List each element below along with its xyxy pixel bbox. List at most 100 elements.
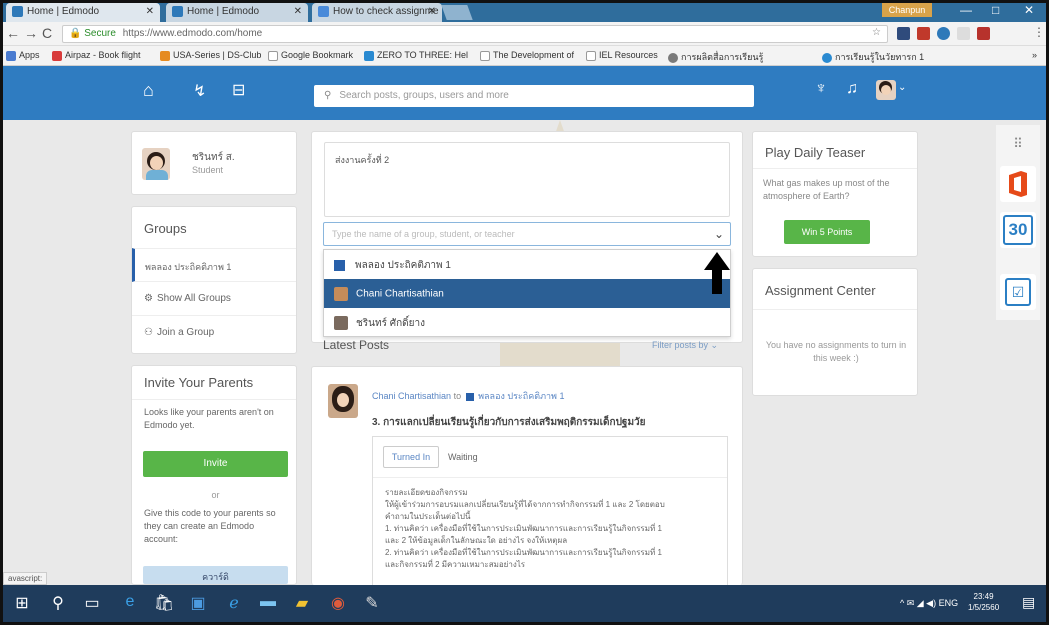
groups-card: Groups พลลอง ประถิคติภาพ 1 ⚙ Show All Gro… — [131, 206, 297, 354]
file-explorer-icon[interactable]: ▰ — [290, 593, 314, 613]
bookmark-item[interactable]: IEL Resources — [586, 50, 658, 61]
close-tab-icon[interactable]: ✕ — [428, 6, 436, 17]
bookmark-item[interactable]: การเรียนรู้ในวัยทารก 1 — [822, 50, 924, 64]
group-item[interactable]: พลลอง ประถิคติภาพ 1 — [132, 248, 296, 282]
turned-in-tab[interactable]: Turned In — [383, 446, 439, 468]
star-icon[interactable]: ☆ — [872, 27, 881, 38]
recipient-input[interactable]: Type the name of a group, student, or te… — [323, 222, 731, 246]
post-card: Chani Chartisathian to พลลอง ประถิคติภาพ… — [311, 366, 743, 586]
recipient-option-selected[interactable]: Chani Chartisathian — [324, 279, 730, 308]
filter-posts-dropdown[interactable]: Filter posts by ⌄ — [652, 340, 718, 351]
profile-card[interactable]: ชรินทร์ ส. Student — [131, 131, 297, 195]
system-tray[interactable]: ^ ✉ ◢ ◀) ENG — [900, 598, 958, 609]
bookmark-item[interactable]: การผลิตสื่อการเรียนรู้ — [668, 50, 763, 64]
reload-icon[interactable]: C — [42, 25, 52, 41]
chrome-icon[interactable]: ◉ — [326, 593, 350, 613]
apps-grid-icon[interactable]: ⠿ — [1000, 127, 1036, 161]
status-url-hint: avascript: — [3, 572, 48, 585]
notifications-icon[interactable]: ▤ — [1022, 594, 1035, 611]
teaser-question: What gas makes up most of the atmosphere… — [763, 178, 890, 201]
chevron-down-icon[interactable]: ⌄ — [898, 82, 906, 93]
app-icon[interactable]: ▬ — [256, 593, 280, 611]
browser-tab-2[interactable]: Home | Edmodo ✕ — [166, 3, 308, 22]
profile-name[interactable]: ชรินทร์ ส. — [192, 150, 235, 165]
daily-teaser-card: Play Daily Teaser What gas makes up most… — [752, 131, 918, 257]
edge-icon[interactable]: e — [118, 593, 142, 611]
assignment-center-title[interactable]: Assignment Center — [765, 283, 876, 298]
or-divider: or — [211, 490, 220, 500]
bookmark-item[interactable]: Google Bookmark — [268, 50, 353, 61]
extension-icon[interactable] — [897, 27, 910, 40]
show-all-groups-link[interactable]: ⚙ Show All Groups — [132, 282, 296, 316]
extension-icon[interactable] — [917, 27, 930, 40]
home-icon[interactable]: ⌂ — [143, 80, 154, 101]
search-icon: ⚲ — [324, 90, 332, 101]
join-group-link[interactable]: ⚇ Join a Group — [132, 316, 296, 350]
group-icon — [465, 392, 474, 401]
bell-icon[interactable]: ♫ — [846, 80, 858, 98]
task-view-icon[interactable]: ▭ — [80, 593, 104, 613]
user-avatar-icon — [334, 287, 348, 301]
header-avatar[interactable] — [876, 80, 896, 100]
search-icon[interactable]: ⚲ — [46, 593, 70, 613]
forward-icon[interactable]: → — [24, 25, 38, 41]
extension-icon[interactable] — [937, 27, 950, 40]
close-tab-icon[interactable]: ✕ — [294, 6, 302, 17]
store-icon[interactable]: 🛍 — [152, 593, 176, 613]
profile-avatar[interactable] — [142, 148, 170, 180]
invite-button[interactable]: Invite — [143, 451, 288, 477]
assignment-box: Turned In Waiting รายละเอียดของกิจกรรม ใ… — [372, 436, 728, 586]
url-text: https://www.edmodo.com/home — [122, 28, 263, 39]
bookmark-item[interactable]: USA-Series | DS-Club — [160, 50, 261, 61]
windows-start-icon[interactable]: ⊞ — [10, 593, 34, 613]
invite-title: Invite Your Parents — [144, 375, 254, 390]
calendar-icon[interactable]: 30 — [1000, 212, 1036, 248]
recipient-option[interactable]: ชรินทร์ ศักดิ์ยาง — [324, 308, 730, 337]
more-bookmarks-icon[interactable]: » — [1032, 50, 1037, 60]
post-group-link[interactable]: พลลอง ประถิคติภาพ 1 — [478, 391, 564, 401]
parent-code: ควาร์ดิ — [143, 566, 288, 584]
user-avatar-icon — [334, 316, 348, 331]
office-icon[interactable] — [1000, 166, 1036, 202]
assignment-description: รายละเอียดของกิจกรรม ให้ผู้เข้าร่วมการอบ… — [385, 488, 665, 569]
browser-tab-3[interactable]: How to check assignme ✕ — [312, 3, 442, 22]
trophy-icon[interactable]: ♆ — [815, 80, 827, 98]
photos-icon[interactable]: ▣ — [186, 593, 210, 613]
post-textarea[interactable]: ส่งงานครั้งที่ 2 — [324, 142, 730, 217]
win-points-button[interactable]: Win 5 Points — [784, 220, 870, 244]
paint-icon[interactable]: ✎ — [360, 593, 384, 613]
backpack-icon[interactable]: ⊟ — [232, 80, 245, 100]
clock[interactable]: 23:49 1/5/2560 — [968, 591, 999, 613]
close-window-icon[interactable]: ✕ — [1024, 3, 1034, 17]
planner-icon[interactable]: ☑ — [1000, 274, 1036, 310]
url-bar[interactable]: 🔒 Secure https://www.edmodo.com/home ☆ — [62, 25, 888, 43]
new-tab-button[interactable] — [441, 5, 473, 20]
profile-role: Student — [192, 165, 224, 175]
bookmark-item[interactable]: The Development of — [480, 50, 574, 61]
maximize-icon[interactable]: □ — [992, 3, 999, 17]
extension-icon[interactable] — [957, 27, 970, 40]
menu-dots-icon[interactable]: ⋮ — [1033, 25, 1045, 39]
close-tab-icon[interactable]: ✕ — [146, 6, 154, 17]
bookmark-item[interactable]: ZERO TO THREE: Hel — [364, 50, 468, 61]
browser-profile-badge[interactable]: Chanpun — [882, 3, 932, 17]
bookmark-item[interactable]: Airpaz - Book flight — [52, 50, 141, 61]
chevron-down-icon[interactable]: ⌄ — [714, 227, 724, 241]
gear-icon: ⚙ — [144, 293, 153, 304]
internet-explorer-icon[interactable]: ℯ — [222, 593, 246, 613]
recipient-option[interactable]: พลลอง ประถิคติภาพ 1 — [324, 250, 730, 279]
groups-title: Groups — [144, 221, 187, 236]
no-assignments-text: You have no assignments to turn in this … — [765, 340, 907, 363]
search-input[interactable]: ⚲ Search posts, groups, users and more — [314, 85, 754, 107]
post-author-link[interactable]: Chani Chartisathian — [372, 391, 451, 401]
minimize-icon[interactable]: — — [960, 3, 972, 17]
post-author-avatar[interactable] — [328, 384, 358, 418]
assignment-center-card: Assignment Center You have no assignment… — [752, 268, 918, 396]
back-icon[interactable]: ← — [6, 25, 20, 41]
waiting-tab[interactable]: Waiting — [448, 446, 478, 468]
progress-icon[interactable]: ↯ — [193, 81, 206, 101]
post-title: 3. การแลกเปลี่ยนเรียนรู้เกี่ยวกับการส่งเ… — [372, 417, 646, 428]
extension-icon[interactable] — [977, 27, 990, 40]
bookmark-apps[interactable]: Apps — [6, 50, 40, 61]
browser-tab-1[interactable]: Home | Edmodo ✕ — [6, 3, 160, 22]
